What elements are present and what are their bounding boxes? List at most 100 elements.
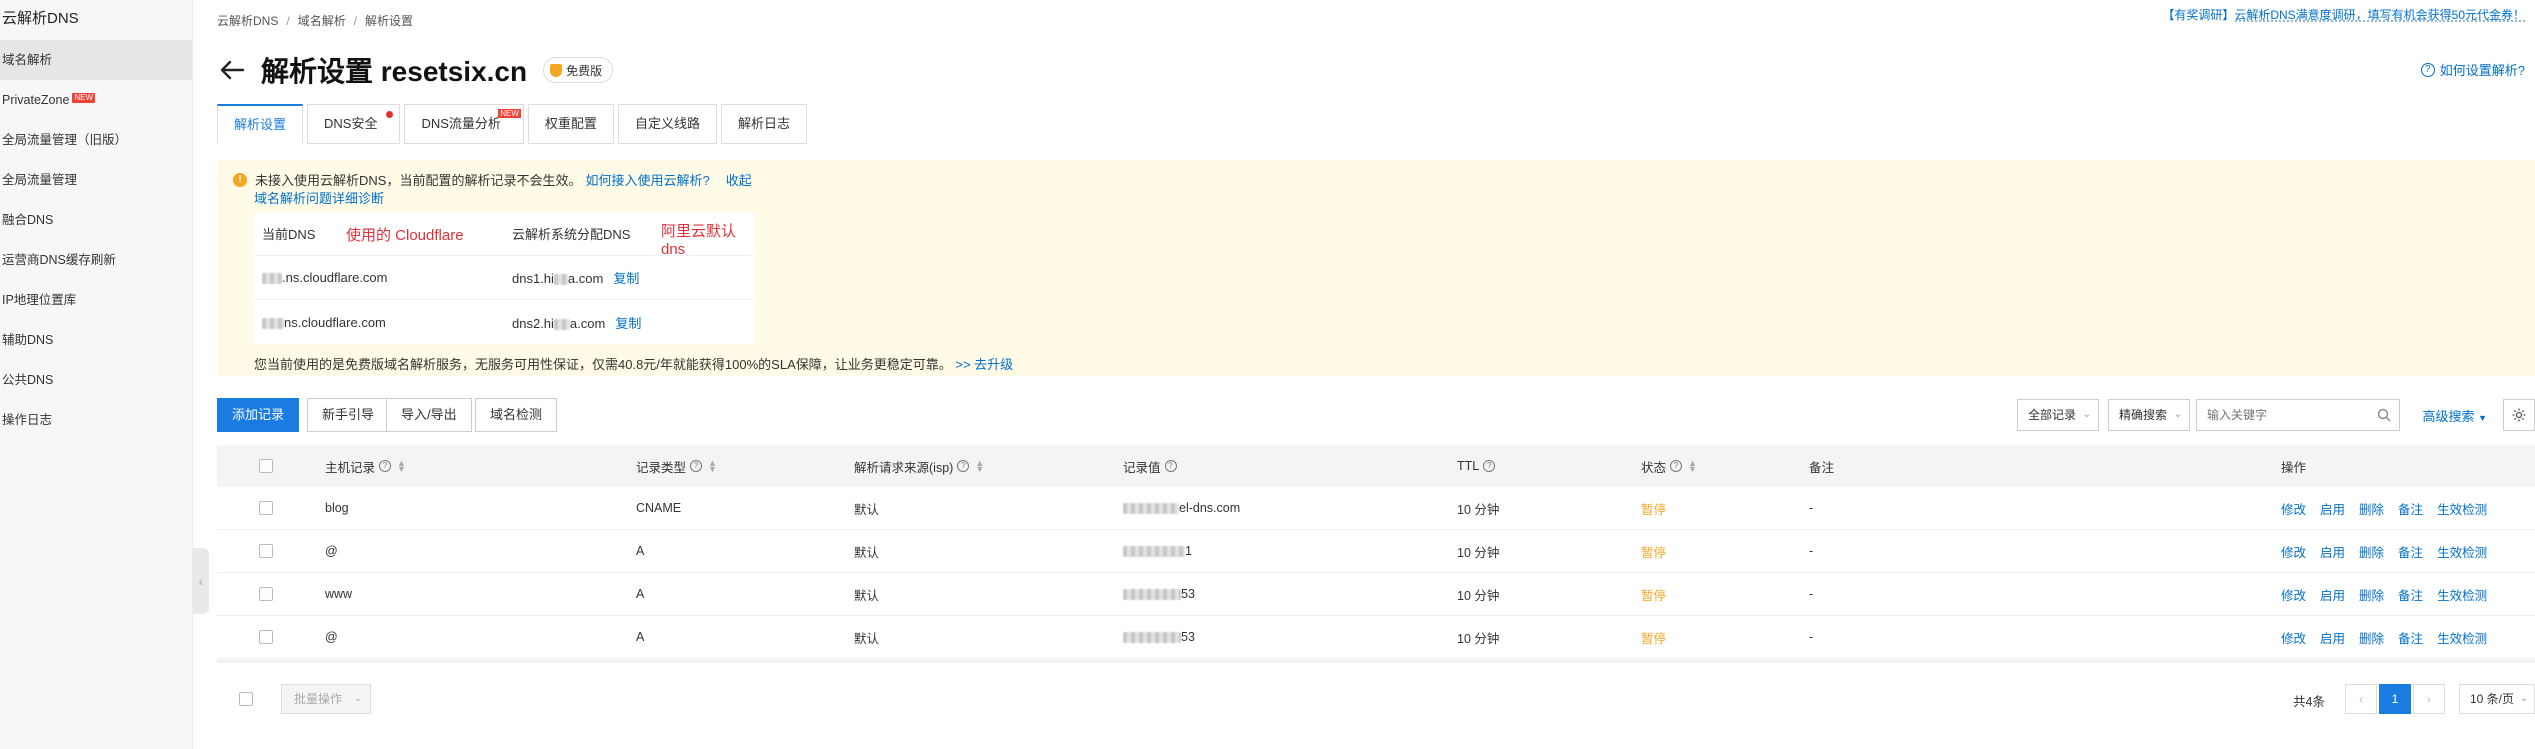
sidebar-item-op-log[interactable]: 操作日志 (0, 400, 192, 440)
current-dns-text: .ns.cloudflare.com (282, 270, 388, 285)
search-input[interactable] (2197, 400, 2377, 430)
tab-dns-traffic[interactable]: DNS流量分析 NEW (404, 104, 524, 144)
cell-value-text: 53 (1181, 587, 1195, 601)
enable-link[interactable]: 启用 (2320, 585, 2345, 604)
breadcrumb-item[interactable]: 域名解析 (298, 14, 346, 28)
caret-down-icon: ▼ (2478, 413, 2487, 423)
page-number-button[interactable]: 1 (2379, 684, 2411, 714)
sidebar-collapse-handle[interactable]: ‹ (193, 548, 209, 614)
sidebar-item-privatezone[interactable]: PrivateZone NEW (0, 80, 192, 120)
add-record-button[interactable]: 添加记录 (217, 398, 300, 432)
edit-link[interactable]: 修改 (2281, 542, 2306, 561)
row-checkbox[interactable] (259, 530, 273, 572)
sidebar-item-domain-resolve[interactable]: 域名解析 (0, 40, 192, 80)
remark-link[interactable]: 备注 (2398, 585, 2423, 604)
select-all-checkbox[interactable] (259, 445, 273, 487)
verify-link[interactable]: 生效检测 (2437, 585, 2487, 604)
sla-notice: 您当前使用的是免费版域名解析服务，无服务可用性保证，仅需40.8元/年就能获得1… (254, 354, 1013, 373)
row-checkbox[interactable] (259, 573, 273, 615)
next-page-button[interactable]: › (2413, 684, 2445, 714)
delete-link[interactable]: 删除 (2359, 542, 2384, 561)
page-header: 解析设置 resetsix.cn 免费版 (217, 50, 614, 90)
redacted-text (262, 273, 282, 285)
sidebar-item-fusion-dns[interactable]: 融合DNS (0, 200, 192, 240)
settings-button[interactable] (2503, 399, 2535, 431)
advanced-search-link[interactable]: 高级搜索 ▼ (2422, 406, 2487, 425)
row-checkbox[interactable] (259, 487, 273, 529)
cell-status: 暂停 (1641, 502, 1667, 517)
cell-host: www (325, 587, 353, 601)
edit-link[interactable]: 修改 (2281, 628, 2306, 647)
sidebar-item-secondary-dns[interactable]: 辅助DNS (0, 320, 192, 360)
tab-resolve-settings[interactable]: 解析设置 (217, 104, 304, 144)
help-link[interactable]: ? 如何设置解析? (2420, 60, 2525, 79)
domain-check-button[interactable]: 域名检测 (475, 398, 558, 432)
dns-table-header: 当前DNS 云解析系统分配DNS 使用的 Cloudflare 阿里云默认 dn… (254, 212, 754, 258)
sidebar: 云解析DNS 域名解析 PrivateZone NEW 全局流量管理（旧版） 全局… (0, 0, 193, 749)
tab-custom-line[interactable]: 自定义线路 (617, 104, 717, 144)
enable-link[interactable]: 启用 (2320, 542, 2345, 561)
edit-link[interactable]: 修改 (2281, 585, 2306, 604)
diagnose-link[interactable]: 域名解析问题详细诊断 (254, 188, 384, 207)
howto-link[interactable]: 如何接入使用云解析? (585, 170, 709, 189)
import-export-button[interactable]: 导入/导出 (386, 398, 472, 432)
enable-link[interactable]: 启用 (2320, 499, 2345, 518)
col-status[interactable]: 状态? ▲ ▼ (1641, 445, 1697, 487)
sidebar-item-gtm[interactable]: 全局流量管理 (0, 160, 192, 200)
enable-link[interactable]: 启用 (2320, 628, 2345, 647)
select-value: 精确搜索 (2118, 408, 2167, 422)
assigned-dns-suffix: a.com (569, 315, 606, 331)
copy-link[interactable]: 复制 (613, 271, 639, 286)
sidebar-item-gtm-legacy[interactable]: 全局流量管理（旧版） (0, 120, 192, 160)
breadcrumb-item[interactable]: 云解析DNS (217, 14, 278, 28)
chevron-down-icon: ⌄ (2082, 409, 2091, 420)
tab-resolve-log[interactable]: 解析日志 (720, 104, 807, 144)
row-checkbox[interactable] (259, 616, 273, 658)
cell-value-text: el-dns.com (1179, 501, 1241, 515)
page-size-select[interactable]: 10 条/页 ⌄ (2458, 684, 2535, 714)
footer-select-all-checkbox[interactable] (239, 684, 253, 714)
batch-actions-button[interactable]: 批量操作 ⌄ (281, 684, 372, 714)
annotation-cloudflare: 使用的 Cloudflare (346, 227, 464, 244)
upgrade-link[interactable]: >> 去升级 (955, 357, 1013, 372)
tab-label: 解析日志 (737, 116, 790, 131)
copy-link[interactable]: 复制 (615, 316, 641, 331)
remark-link[interactable]: 备注 (2398, 628, 2423, 647)
sidebar-item-label: 运营商DNS缓存刷新 (2, 253, 116, 267)
col-type[interactable]: 记录类型? ▲ ▼ (636, 445, 717, 487)
col-host[interactable]: 主机记录? ▲ ▼ (325, 445, 406, 487)
collapse-link[interactable]: 收起 (726, 170, 752, 189)
sidebar-item-public-dns[interactable]: 公共DNS (0, 360, 192, 400)
record-filter-select[interactable]: 全部记录 ⌄ (2016, 399, 2099, 431)
advanced-search-label: 高级搜索 (2422, 409, 2475, 424)
tab-weight-config[interactable]: 权重配置 (527, 104, 614, 144)
sidebar-item-cache-refresh[interactable]: 运营商DNS缓存刷新 (0, 240, 192, 280)
cell-status: 暂停 (1641, 588, 1667, 603)
remark-link[interactable]: 备注 (2398, 542, 2423, 561)
redacted-text (553, 274, 568, 286)
tab-bar: 解析设置 DNS安全 DNS流量分析 NEW 权重配置 自定义线路 解析日志 (217, 104, 811, 144)
cell-ttl: 10 分钟 (1457, 545, 1500, 560)
main-content: 云解析DNS / 域名解析 / 解析设置 【有奖调研】云解析DNS满意度调研，填写有机会… (217, 0, 2535, 749)
prev-page-button[interactable]: ‹ (2345, 684, 2377, 714)
delete-link[interactable]: 删除 (2359, 499, 2384, 518)
back-arrow-icon[interactable] (217, 55, 247, 85)
sidebar-item-ip-geo[interactable]: IP地理位置库 (0, 280, 192, 320)
guide-button[interactable]: 新手引导 (307, 398, 390, 432)
notice-message: ! 未接入使用云解析DNS，当前配置的解析记录不会生效。 如何接入使用云解析? … (233, 170, 752, 189)
search-mode-select[interactable]: 精确搜索 ⌄ (2107, 399, 2190, 431)
col-isp[interactable]: 解析请求来源(isp)? ▲ ▼ (854, 445, 984, 487)
verify-link[interactable]: 生效检测 (2437, 542, 2487, 561)
cell-isp: 默认 (854, 588, 880, 603)
verify-link[interactable]: 生效检测 (2437, 628, 2487, 647)
verify-link[interactable]: 生效检测 (2437, 499, 2487, 518)
tab-label: DNS安全 (324, 116, 378, 131)
delete-link[interactable]: 删除 (2359, 628, 2384, 647)
search-icon[interactable] (2377, 408, 2391, 425)
remark-link[interactable]: 备注 (2398, 499, 2423, 518)
promo-second-line (2235, 20, 2525, 24)
delete-link[interactable]: 删除 (2359, 585, 2384, 604)
edit-link[interactable]: 修改 (2281, 499, 2306, 518)
edition-badge: 免费版 (543, 57, 614, 83)
tab-dns-security[interactable]: DNS安全 (307, 104, 401, 144)
